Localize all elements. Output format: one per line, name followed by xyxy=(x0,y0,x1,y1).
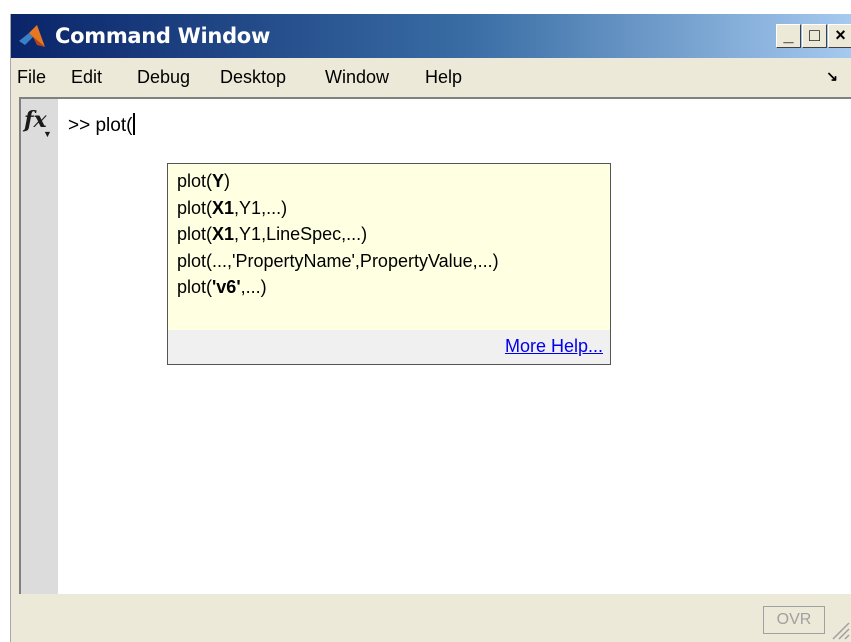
menu-file[interactable]: File xyxy=(17,65,46,89)
hint-line: plot(X1,Y1,...) xyxy=(177,197,288,218)
menu-help[interactable]: Help xyxy=(425,65,462,89)
text-cursor xyxy=(133,113,136,135)
overwrite-indicator: OVR xyxy=(763,606,825,634)
hint-line: plot(Y) xyxy=(177,171,231,191)
maximize-button[interactable]: □ xyxy=(802,24,827,48)
undock-icon[interactable]: ↘ xyxy=(826,68,838,85)
command-prompt: >> xyxy=(68,115,91,136)
resize-grip-icon[interactable] xyxy=(830,620,850,640)
command-input[interactable]: plot( xyxy=(95,115,132,136)
menu-debug[interactable]: Debug xyxy=(137,65,190,89)
dropdown-arrow-icon: ▼ xyxy=(43,129,52,139)
command-area[interactable]: fx ▼ >> plot( plot(Y) plot(X1,Y1,...) pl… xyxy=(19,97,851,594)
hint-list: plot(Y) plot(X1,Y1,...) plot(X1,Y1,LineS… xyxy=(177,168,499,301)
hint-line: plot(X1,Y1,LineSpec,...) xyxy=(177,224,368,244)
command-line[interactable]: >> plot( xyxy=(68,113,136,139)
more-help-link[interactable]: More Help... xyxy=(505,336,603,357)
title-bar[interactable]: Command Window _ □ × xyxy=(11,14,851,58)
menu-bar: File Edit Debug Desktop Window Help ↘ xyxy=(11,60,851,94)
hint-line: plot('v6',...) xyxy=(177,277,267,297)
menu-desktop[interactable]: Desktop xyxy=(220,65,286,89)
menu-edit[interactable]: Edit xyxy=(71,65,102,89)
minimize-button[interactable]: _ xyxy=(776,24,801,48)
status-bar: OVR xyxy=(11,596,851,642)
matlab-logo-icon xyxy=(19,25,45,47)
hint-footer: More Help... xyxy=(168,330,610,364)
window-title: Command Window xyxy=(55,24,271,48)
menu-window[interactable]: Window xyxy=(325,65,389,89)
function-hint-popup: plot(Y) plot(X1,Y1,...) plot(X1,Y1,LineS… xyxy=(167,163,611,365)
close-button[interactable]: × xyxy=(828,24,851,48)
function-browser-gutter: fx ▼ xyxy=(21,99,58,594)
command-window: Command Window _ □ × File Edit Debug Des… xyxy=(10,14,851,642)
hint-line: plot(...,'PropertyName',PropertyValue,..… xyxy=(177,250,499,271)
